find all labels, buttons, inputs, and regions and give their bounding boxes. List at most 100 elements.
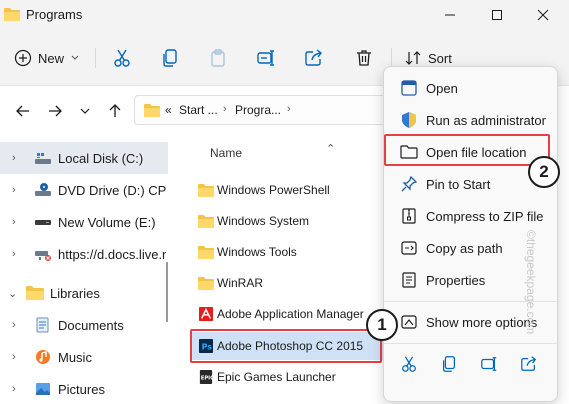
sidebar-item-label: Documents	[58, 317, 124, 333]
file-name: Windows System	[217, 214, 310, 228]
sidebar-item-label: https://d.docs.live.n	[58, 246, 166, 262]
cut-button[interactable]	[112, 44, 132, 72]
menu-share-button[interactable]	[514, 349, 544, 379]
close-button[interactable]	[531, 4, 555, 26]
menu-item-open[interactable]: Open	[390, 73, 553, 103]
admin-shield-icon	[402, 112, 416, 128]
file-row-adobe-application-manager[interactable]: Adobe Application Manager	[192, 300, 390, 328]
rename-button[interactable]	[256, 44, 276, 72]
adobe-shortcut-icon	[199, 307, 213, 321]
title-bar: Programs	[0, 0, 569, 30]
delete-button[interactable]	[354, 44, 374, 72]
open-app-icon	[401, 80, 417, 96]
menu-rename-button[interactable]	[474, 349, 504, 379]
breadcrumb-programs[interactable]: Progra...	[235, 103, 281, 117]
breadcrumb-chevron-icon[interactable]: ›	[223, 103, 227, 115]
sidebar-scrollbar[interactable]	[166, 262, 168, 322]
paste-button[interactable]	[208, 44, 228, 72]
chevron-right-icon[interactable]: ›	[12, 319, 16, 331]
menu-item-label: Run as administrator	[426, 112, 546, 128]
sidebar-item-label: Pictures	[58, 381, 105, 397]
sidebar-item-dvd-drive[interactable]: › DVD Drive (D:) CPR	[0, 174, 168, 206]
column-header-name[interactable]: Name	[210, 146, 242, 160]
file-row-winrar[interactable]: WinRAR	[192, 269, 390, 297]
sidebar-item-label: Music	[58, 349, 92, 365]
pictures-icon	[36, 383, 50, 395]
share-button[interactable]	[304, 44, 324, 72]
sidebar-item-documents[interactable]: › Documents	[0, 309, 168, 341]
chevron-right-icon[interactable]: ›	[12, 351, 16, 363]
forward-button[interactable]	[44, 100, 66, 122]
folder-icon	[198, 184, 214, 197]
file-row-windows-system[interactable]: Windows System	[192, 207, 390, 235]
file-row-windows-powershell[interactable]: Windows PowerShell	[192, 176, 390, 204]
music-icon	[36, 350, 50, 364]
share-icon	[521, 356, 537, 371]
watermark: ©thegeekpage.com	[524, 230, 538, 335]
folder-icon	[198, 246, 214, 259]
breadcrumb-overflow[interactable]: «	[165, 103, 172, 117]
sidebar-item-libraries[interactable]: ⌄ Libraries	[0, 277, 168, 309]
address-bar[interactable]: « Start ... › Progra... ›	[134, 95, 394, 125]
new-label: New	[38, 50, 65, 66]
menu-item-compress-zip[interactable]: Compress to ZIP file	[390, 201, 553, 231]
arrow-left-icon	[16, 105, 29, 117]
rename-icon	[481, 357, 497, 371]
menu-item-label: Open	[426, 80, 458, 96]
file-row-windows-tools[interactable]: Windows Tools	[192, 238, 390, 266]
folder-icon	[4, 8, 20, 21]
file-name: Windows Tools	[217, 245, 297, 259]
dvd-drive-icon	[35, 183, 51, 196]
chevron-down-icon[interactable]: ⌄	[8, 287, 17, 300]
sidebar-item-new-volume[interactable]: › New Volume (E:)	[0, 206, 168, 238]
chevron-up-icon[interactable]: ⌃	[326, 142, 335, 155]
back-button[interactable]	[12, 100, 34, 122]
menu-item-run-as-administrator[interactable]: Run as administrator	[390, 105, 553, 135]
sidebar-item-pictures[interactable]: › Pictures	[0, 373, 168, 404]
file-row-epic-games-launcher[interactable]: EPIC Epic Games Launcher	[192, 363, 390, 391]
file-highlight-box	[190, 329, 382, 363]
menu-item-label: Pin to Start	[426, 176, 491, 192]
network-drive-icon	[35, 251, 51, 261]
menu-item-label: Copy as path	[426, 240, 503, 256]
chevron-right-icon[interactable]: ›	[12, 383, 16, 395]
menu-divider	[384, 343, 559, 344]
cut-icon	[402, 356, 416, 372]
menu-copy-button[interactable]	[434, 349, 464, 379]
recent-locations-button[interactable]	[74, 100, 96, 122]
plus-circle-icon	[14, 49, 32, 67]
chevron-right-icon[interactable]: ›	[12, 152, 16, 164]
file-name: Epic Games Launcher	[217, 370, 336, 384]
rename-icon	[257, 50, 274, 66]
breadcrumb-chevron-icon[interactable]: ›	[287, 103, 291, 115]
sidebar-item-network-drive[interactable]: › https://d.docs.live.n	[0, 238, 168, 270]
file-name: Adobe Application Manager	[217, 307, 364, 321]
drive-icon	[35, 220, 51, 225]
file-name: Windows PowerShell	[217, 183, 330, 197]
sidebar-item-local-disk[interactable]: › Local Disk (C:)	[0, 142, 168, 174]
chevron-right-icon[interactable]: ›	[12, 216, 16, 228]
svg-text:EPIC: EPIC	[201, 376, 214, 382]
file-list: Name ⌃ Windows PowerShell Windows System…	[180, 136, 390, 404]
more-options-icon	[401, 315, 417, 329]
callout-badge-2: 2	[528, 156, 560, 188]
maximize-button[interactable]	[485, 4, 509, 26]
sidebar-item-label: Libraries	[50, 285, 100, 301]
libraries-icon	[26, 286, 44, 300]
sidebar-item-label: New Volume (E:)	[58, 214, 156, 230]
copy-path-icon	[401, 241, 417, 255]
sort-label: Sort	[428, 50, 452, 66]
breadcrumb-start[interactable]: Start ...	[179, 103, 218, 117]
menu-cut-button[interactable]	[394, 349, 424, 379]
chevron-right-icon[interactable]: ›	[12, 184, 16, 196]
sidebar-item-label: Local Disk (C:)	[58, 150, 144, 166]
menu-item-label: Show more options	[426, 314, 538, 330]
minimize-button[interactable]	[438, 4, 462, 26]
up-button[interactable]	[104, 100, 126, 122]
new-button[interactable]: New	[14, 44, 80, 72]
chevron-right-icon[interactable]: ›	[12, 248, 16, 260]
sidebar-item-music[interactable]: › Music	[0, 341, 168, 373]
copy-button[interactable]	[160, 44, 180, 72]
menu-highlight-box	[384, 134, 550, 166]
properties-icon	[402, 272, 416, 288]
